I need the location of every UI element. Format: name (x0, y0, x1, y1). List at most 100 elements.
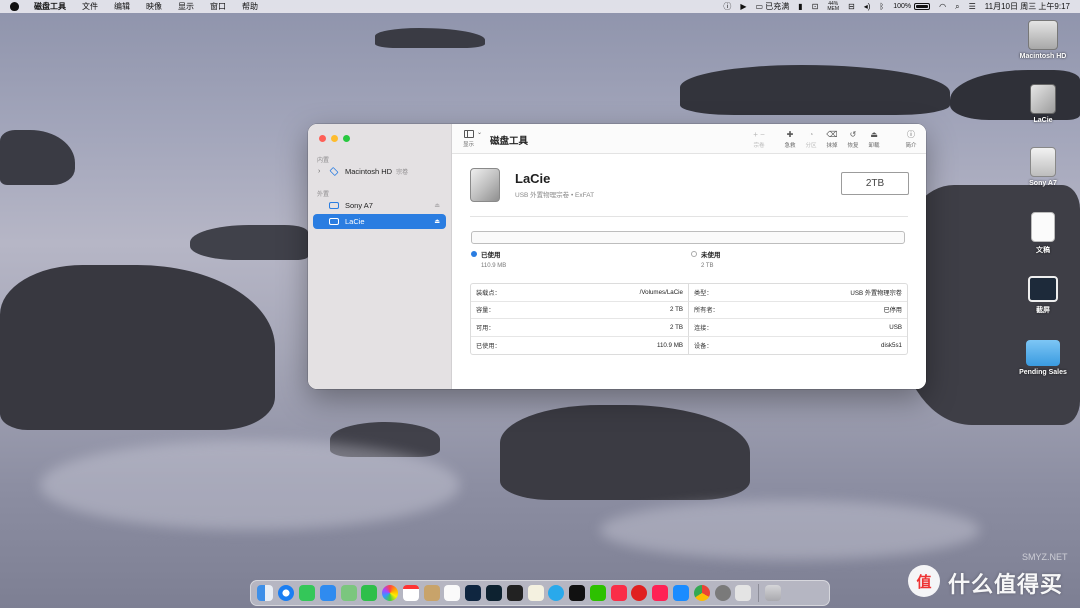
info-type: 类型： USB 外置物理宗卷 (689, 284, 907, 302)
eject-icon[interactable]: ⏏ (434, 218, 440, 225)
desktop-icon-screenshots[interactable]: 截屏 (1013, 276, 1073, 315)
info-button[interactable]: ⓘ 简介 (900, 130, 922, 149)
info-value: 110.9 MB (656, 341, 683, 349)
wechat-icon[interactable] (589, 585, 606, 601)
wallpaper-mist (40, 440, 460, 530)
music-icon[interactable] (610, 585, 627, 601)
trash-icon[interactable] (765, 585, 782, 601)
menu-window[interactable]: 窗口 (210, 1, 226, 12)
menu-help[interactable]: 帮助 (242, 1, 258, 12)
netease-music-icon[interactable] (631, 585, 648, 601)
telegram-icon[interactable] (548, 585, 565, 601)
document-icon (1031, 212, 1055, 242)
close-button[interactable] (319, 135, 326, 142)
legend-free: 未使用 2 TB (691, 249, 721, 269)
toolbar-button-label: 恢复 (847, 143, 859, 149)
photoshop-icon[interactable] (465, 585, 482, 601)
toolbar-button-label: 急救 (784, 143, 796, 149)
disk-name: LaCie (515, 171, 551, 186)
reminders-icon[interactable] (444, 585, 461, 601)
sidebar-item-lacie[interactable]: LaCie ⏏ (313, 214, 446, 229)
divider (470, 216, 908, 217)
info-value: 2 TB (670, 306, 683, 314)
legend-free-value: 2 TB (701, 263, 714, 269)
apple-tv-icon[interactable] (569, 585, 586, 601)
status-app-icon[interactable]: ▮ (798, 2, 802, 11)
sidebar-section-external: 外置 (317, 192, 330, 198)
status-play-icon[interactable]: ▶ (740, 2, 746, 11)
desktop-icon-sony-a7[interactable]: Sony A7 (1013, 147, 1073, 187)
external-drive-icon (1030, 84, 1056, 114)
disk-icon (329, 202, 339, 209)
menu-view[interactable]: 显示 (178, 1, 194, 12)
xiaohongshu-icon[interactable] (652, 585, 669, 601)
sidebar-item-label: LaCie (345, 217, 365, 226)
partition-button[interactable]: ◔ 分区 (800, 130, 822, 149)
status-info-icon[interactable]: ⓘ (723, 1, 731, 12)
disk-subtitle: USB 外置物理宗卷 • ExFAT (515, 192, 595, 199)
unmount-button[interactable]: ⏏ 卸载 (863, 130, 885, 149)
minimize-button[interactable] (331, 135, 338, 142)
wifi-icon[interactable]: ◠ (939, 2, 946, 11)
desktop-icon-documents[interactable]: 文稿 (1013, 212, 1073, 255)
usage-bar (471, 231, 905, 244)
chevron-down-icon[interactable]: ⌄ (477, 129, 482, 136)
status-lock-icon[interactable]: ⊡ (812, 2, 819, 11)
window-title: 磁盘工具 (490, 136, 529, 147)
restore-button[interactable]: ↺ 恢复 (842, 130, 864, 149)
menu-file[interactable]: 文件 (82, 1, 98, 12)
volume-icon[interactable]: ◂) (864, 2, 871, 11)
toolbar-button-label: 宗卷 (753, 143, 765, 149)
eject-icon[interactable]: ⏏ (434, 202, 440, 209)
app-store-icon[interactable] (673, 585, 690, 601)
calendar-icon[interactable] (402, 585, 419, 601)
legend-used: 已使用 110.9 MB (471, 249, 506, 269)
info-used: 已使用： 110.9 MB (471, 336, 689, 354)
status-widget-icon[interactable]: ⊟ (848, 2, 855, 11)
status-battery-charge[interactable]: ▭ 已充满 (755, 1, 789, 12)
disk-utility-icon[interactable] (735, 585, 752, 601)
desktop-icon-pending-sales[interactable]: Pending Sales (1013, 340, 1073, 376)
contacts-icon[interactable] (423, 585, 440, 601)
control-center-icon[interactable]: ☰ (969, 2, 976, 11)
desktop-icon-lacie[interactable]: LaCie (1013, 84, 1073, 124)
lightroom-classic-icon[interactable] (485, 585, 502, 601)
battery-percent: 100% (893, 3, 912, 10)
sidebar-item-sony-a7[interactable]: Sony A7 ⏏ (313, 198, 446, 213)
system-preferences-icon[interactable] (714, 585, 731, 601)
safari-icon[interactable] (278, 585, 295, 601)
toolbar: 显示 ⌄ 磁盘工具 + − 宗卷 ✚ 急救 ◔ 分区 ⌫ 抹掉 ↺ 恢复 ⏏ 卸… (452, 124, 926, 154)
desktop-icon-label: Sony A7 (1029, 180, 1057, 187)
info-key: 装载点： (476, 289, 501, 297)
battery-status[interactable]: 100% (893, 3, 931, 10)
status-memory[interactable]: 44% MEM (827, 1, 839, 12)
window-controls (319, 135, 355, 142)
info-mount-point: 装载点： /Volumes/LaCie (471, 284, 689, 302)
menu-clock[interactable]: 11月10日 周三 上午9:17 (985, 1, 1070, 12)
info-key: 容量： (476, 307, 495, 315)
finder-icon[interactable] (257, 585, 274, 601)
facetime-icon[interactable] (361, 585, 378, 601)
disclosure-chevron-icon[interactable]: › (318, 168, 325, 175)
plus-minus-icon: + − (753, 130, 765, 139)
chrome-icon[interactable] (693, 585, 710, 601)
mail-icon[interactable] (319, 585, 336, 601)
menu-app-name[interactable]: 磁盘工具 (34, 1, 66, 12)
maximize-button[interactable] (343, 135, 350, 142)
messages-icon[interactable] (298, 585, 315, 601)
desktop-icon-macintosh-hd[interactable]: Macintosh HD (1013, 20, 1073, 60)
menu-image[interactable]: 映像 (146, 1, 162, 12)
first-aid-button[interactable]: ✚ 急救 (779, 130, 801, 149)
bluetooth-icon[interactable]: ᛒ (879, 2, 884, 11)
maps-icon[interactable] (340, 585, 357, 601)
sidebar-item-macintosh-hd[interactable]: › Macintosh HD 宗卷 (313, 164, 446, 179)
sidebar-toggle-button[interactable]: 显示 (463, 130, 474, 148)
final-cut-icon[interactable] (506, 585, 523, 601)
volume-add-remove-button[interactable]: + − 宗卷 (748, 130, 770, 149)
pages-icon[interactable] (527, 585, 544, 601)
erase-button[interactable]: ⌫ 抹掉 (821, 130, 843, 149)
menu-edit[interactable]: 编辑 (114, 1, 130, 12)
apple-menu-icon[interactable] (10, 2, 19, 11)
spotlight-search-icon[interactable]: ⌕ (955, 2, 959, 12)
photos-icon[interactable] (382, 585, 399, 601)
